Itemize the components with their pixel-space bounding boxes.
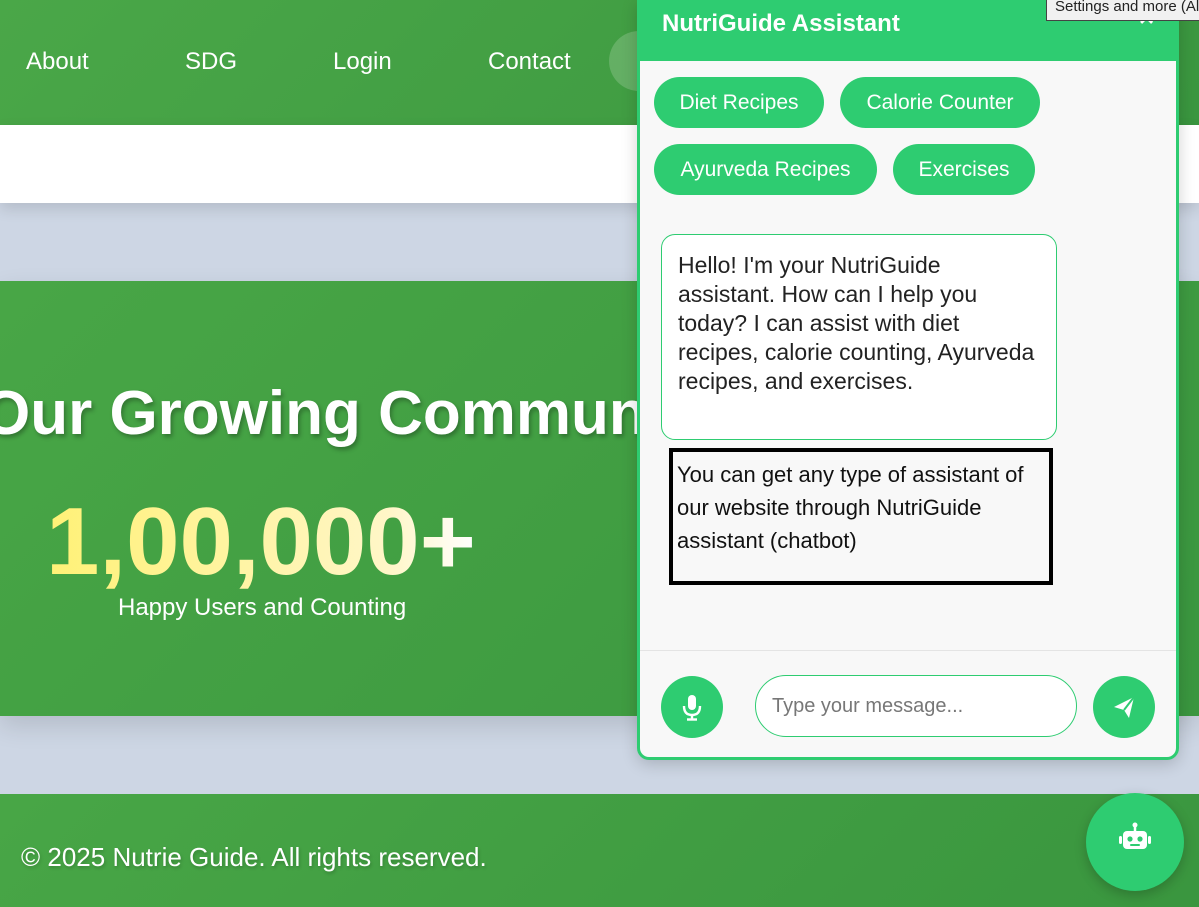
chip-diet-recipes[interactable]: Diet Recipes — [654, 77, 824, 128]
mic-button[interactable] — [661, 676, 723, 738]
community-user-count: 1,00,000+ — [46, 488, 476, 595]
microphone-icon — [682, 695, 702, 721]
chip-calorie-counter[interactable]: Calorie Counter — [840, 77, 1040, 128]
robot-icon — [1119, 822, 1151, 849]
chat-input-divider — [640, 650, 1176, 651]
chat-title: NutriGuide Assistant — [662, 10, 900, 37]
chip-exercises[interactable]: Exercises — [893, 144, 1035, 195]
annotation-note: You can get any type of assistant of our… — [669, 448, 1053, 585]
nav-link-login[interactable]: Login — [333, 48, 392, 76]
browser-tooltip: Settings and more (Alt+F) — [1046, 0, 1199, 21]
community-title: Our Growing Community — [0, 379, 720, 448]
message-input[interactable] — [755, 675, 1077, 737]
nav-link-contact[interactable]: Contact — [488, 48, 571, 76]
bot-message-bubble: Hello! I'm your NutriGuide assistant. Ho… — [661, 234, 1057, 440]
chip-ayurveda-recipes[interactable]: Ayurveda Recipes — [654, 144, 877, 195]
community-subtitle: Happy Users and Counting — [118, 594, 407, 621]
nav-link-about[interactable]: About — [26, 48, 89, 76]
footer-copyright: © 2025 Nutrie Guide. All rights reserved… — [21, 842, 487, 872]
send-button[interactable] — [1093, 676, 1155, 738]
nav-link-sdg[interactable]: SDG — [185, 48, 237, 76]
paper-plane-icon — [1114, 696, 1135, 718]
chatbot-toggle-button[interactable] — [1086, 793, 1184, 891]
